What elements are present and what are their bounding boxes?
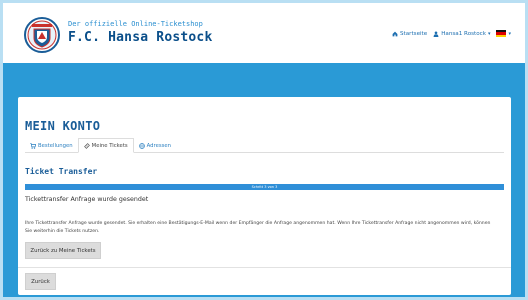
divider [18, 267, 511, 268]
brand-subtitle: Der offizielle Online-Ticketshop [68, 20, 203, 28]
ticket-icon [83, 142, 90, 149]
tab-label: Adressen [146, 142, 172, 149]
tab-bestellungen[interactable]: Bestellungen [25, 138, 78, 153]
chevron-down-icon: ▾ [487, 30, 491, 37]
status-message: Tickettransfer Anfrage wurde gesendet [25, 196, 149, 203]
hansa-rostock-crest-icon[interactable] [24, 17, 60, 53]
language-selector[interactable]: ▾ [496, 30, 511, 37]
site-header: Der offizielle Online-Ticketshop F.C. Ha… [3, 3, 525, 63]
chevron-down-icon: ▾ [508, 30, 511, 37]
back-to-tickets-button[interactable]: Zurück zu Meine Tickets [25, 242, 101, 259]
user-menu-label: Hansa1 Rostock [441, 30, 486, 37]
tab-meine-tickets[interactable]: Meine Tickets [77, 138, 134, 153]
home-icon [392, 31, 398, 36]
german-flag-icon [496, 30, 507, 37]
globe-icon [138, 142, 145, 149]
home-link-label: Startseite [399, 30, 428, 37]
tab-adressen[interactable]: Adressen [134, 138, 176, 153]
status-description: Ihre Tickettransfer Anfrage wurde gesend… [25, 221, 491, 234]
back-button[interactable]: Zurück [25, 273, 56, 290]
section-title: Ticket Transfer [25, 167, 98, 176]
home-link[interactable]: Startseite [392, 31, 427, 37]
progress-fill: Schritt 3 von 3 [25, 184, 504, 190]
brand-title[interactable]: F.C. Hansa Rostock [68, 30, 212, 45]
user-menu[interactable]: Hansa1 Rostock ▾ [433, 31, 490, 37]
cart-icon [30, 142, 36, 149]
transfer-progress-bar: Schritt 3 von 3 [25, 184, 504, 190]
tab-label: Bestellungen [38, 142, 73, 149]
tab-label: Meine Tickets [91, 142, 128, 149]
account-tabs: Bestellungen Meine Tickets Adressen [25, 138, 504, 153]
account-panel: MEIN KONTO Bestellungen Meine Tickets Ad… [18, 97, 511, 295]
user-icon [433, 30, 439, 37]
top-navigation: Startseite Hansa1 Rostock ▾ ▾ [392, 30, 511, 37]
progress-label: Schritt 3 von 3 [251, 185, 278, 189]
page-title: MEIN KONTO [25, 119, 101, 133]
